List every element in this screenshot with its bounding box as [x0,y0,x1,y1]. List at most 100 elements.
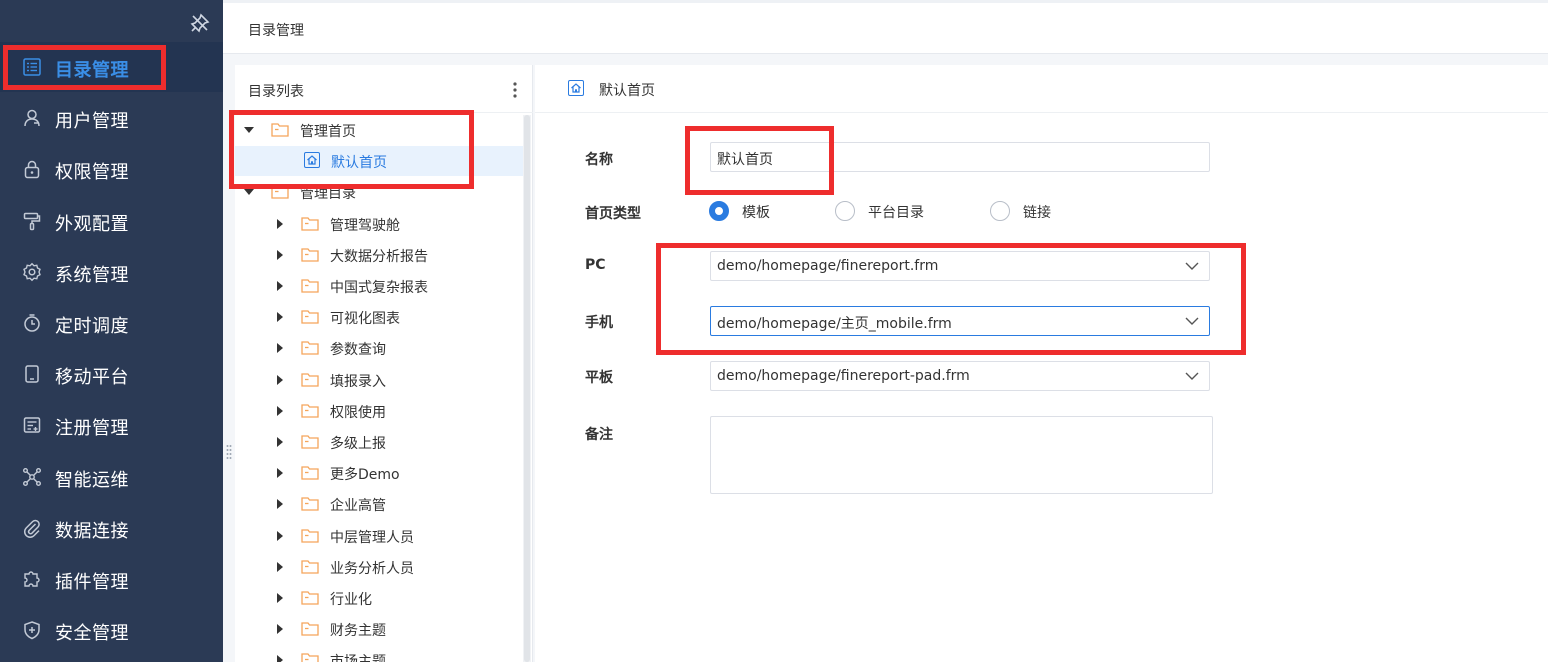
sidebar-item-7[interactable]: 移动平台 [0,349,223,399]
caret-right-icon[interactable] [275,561,285,572]
sidebar-resize-handle[interactable] [226,444,232,460]
folder-icon [271,185,289,200]
name-input-value: 默认首页 [717,152,773,168]
caret-right-icon[interactable] [275,468,285,479]
radio-template-circle[interactable] [709,201,729,221]
folder-icon [301,466,319,480]
timer-icon [24,314,40,332]
caret-right-icon[interactable] [275,312,285,323]
tree-node[interactable]: 行业化 [235,583,523,613]
sidebar-item-6[interactable]: 定时调度 [0,298,223,348]
sidebar-item-12[interactable]: 安全管理 [0,605,223,655]
sidebar-item-2[interactable]: 用户管理 [0,93,223,143]
tree-node[interactable]: 默认首页 [235,146,523,177]
tree-node-label: 更多Demo [330,467,400,484]
remark-label: 备注 [585,427,613,443]
sidebar-item-label: 数据连接 [55,520,129,542]
caret-right-icon[interactable] [275,218,285,229]
tree-node-label: 管理驾驶舱 [330,217,400,234]
sidebar-item-5[interactable]: 系统管理 [0,247,223,297]
sidebar-item-label: 智能运维 [55,469,129,491]
sidebar-item-10[interactable]: 数据连接 [0,503,223,553]
caret-down-icon[interactable] [244,125,254,135]
pad-label: 平板 [585,370,613,386]
tree-node-label: 管理首页 [300,124,356,140]
tree-scrollbar[interactable] [523,115,531,662]
caret-right-icon[interactable] [275,343,285,354]
tree-node-label: 填报录入 [330,373,386,390]
tree-node[interactable]: 业务分析人员 [235,552,523,582]
caret-right-icon[interactable] [275,655,285,662]
sidebar: 目录管理用户管理权限管理外观配置系统管理定时调度 移动平台 注册管理智能运维数据连接… [0,0,223,662]
tree-node[interactable]: 填报录入 [235,365,523,395]
folder-icon [301,216,319,231]
more-options-icon[interactable] [509,81,521,99]
sidebar-item-11[interactable]: 插件管理 [0,554,223,604]
sidebar-item-9[interactable]: 智能运维 [0,452,223,502]
folder-icon [301,622,319,636]
pad-template-select[interactable]: demo/homepage/finereport-pad.frm [710,361,1210,391]
caret-right-icon[interactable] [275,624,285,635]
sidebar-item-label: 系统管理 [55,264,129,286]
caret-right-icon[interactable] [275,405,285,416]
tree-node[interactable]: 可视化图表 [235,302,523,332]
sidebar-item-4[interactable]: 外观配置 [0,196,223,246]
folder-icon [301,435,319,449]
folder-icon [301,653,319,662]
caret-right-icon[interactable] [275,374,285,385]
folder-icon [301,248,319,262]
mobile-template-value: demo/homepage/主页_mobile.frm [717,316,952,332]
unpin-icon[interactable] [189,12,211,34]
shield-icon [24,621,40,640]
caret-right-icon[interactable] [275,530,285,541]
caret-right-icon[interactable] [275,281,285,291]
tree-node-label: 大数据分析报告 [330,248,428,265]
sidebar-item-1[interactable]: 目录管理 [0,42,223,92]
sidebar-item-label: 插件管理 [55,572,129,593]
radio-platform-directory-circle[interactable] [835,201,855,221]
tree-node[interactable]: 市场主题 [235,645,523,662]
tree-node-label: 权限使用 [330,404,386,421]
tree-node[interactable]: 管理驾驶舱 [235,209,523,239]
paperclip-icon [23,519,40,538]
remark-textarea[interactable] [710,416,1213,494]
folder-icon [301,310,319,324]
tree-node[interactable]: 企业高管 [235,489,523,519]
radio-platform-directory-label: 平台目录 [868,205,924,221]
sidebar-item-label: 用户管理 [55,111,129,133]
caret-right-icon[interactable] [275,499,285,510]
tree-node[interactable]: 大数据分析报告 [235,240,523,270]
paint-roller-icon [23,212,41,230]
tree-node-label: 企业高管 [330,498,386,515]
caret-right-icon[interactable] [275,437,285,447]
name-label: 名称 [585,152,613,168]
mobile-template-select[interactable]: demo/homepage/主页_mobile.frm [710,306,1210,336]
tree-node-label: 中层管理人员 [330,529,414,546]
tree-node[interactable]: 权限使用 [235,396,523,426]
tree-node[interactable]: 管理目录 [235,177,523,207]
tree-node[interactable]: 参数查询 [235,333,523,363]
app-window: 目录管理用户管理权限管理外观配置系统管理定时调度 移动平台 注册管理智能运维数据连接… [0,0,1548,662]
homepage-detail-panel: 默认首页 名称 默认首页 首页类型 模板 平台目录 链接 PC demo/hom… [535,65,1548,662]
radio-template-label: 模板 [742,205,770,221]
radio-link-circle[interactable] [990,201,1010,221]
caret-right-icon[interactable] [275,593,285,603]
sidebar-item-label: 外观配置 [55,213,129,235]
tree-scrollbar-thumb[interactable] [524,115,530,662]
catalog-list-icon [23,58,41,76]
name-input[interactable]: 默认首页 [710,142,1210,172]
pc-template-select[interactable]: demo/homepage/finereport.frm [710,251,1210,281]
tree-node[interactable]: 中国式复杂报表 [235,271,523,301]
mobile-label: 手机 [585,315,613,331]
tree-node[interactable]: 中层管理人员 [235,521,523,551]
sidebar-item-3[interactable]: 权限管理 [0,144,223,194]
caret-down-icon[interactable] [244,187,254,197]
caret-right-icon[interactable] [275,249,285,260]
tree-node[interactable]: 更多Demo [235,458,523,488]
tree-node[interactable]: 管理首页 [235,115,523,145]
tree-panel-header: 目录列表 [235,65,533,113]
sidebar-item-8[interactable]: 注册管理 [0,400,223,450]
network-nodes-icon [23,467,41,486]
tree-node[interactable]: 财务主题 [235,614,523,644]
tree-node[interactable]: 多级上报 [235,427,523,457]
